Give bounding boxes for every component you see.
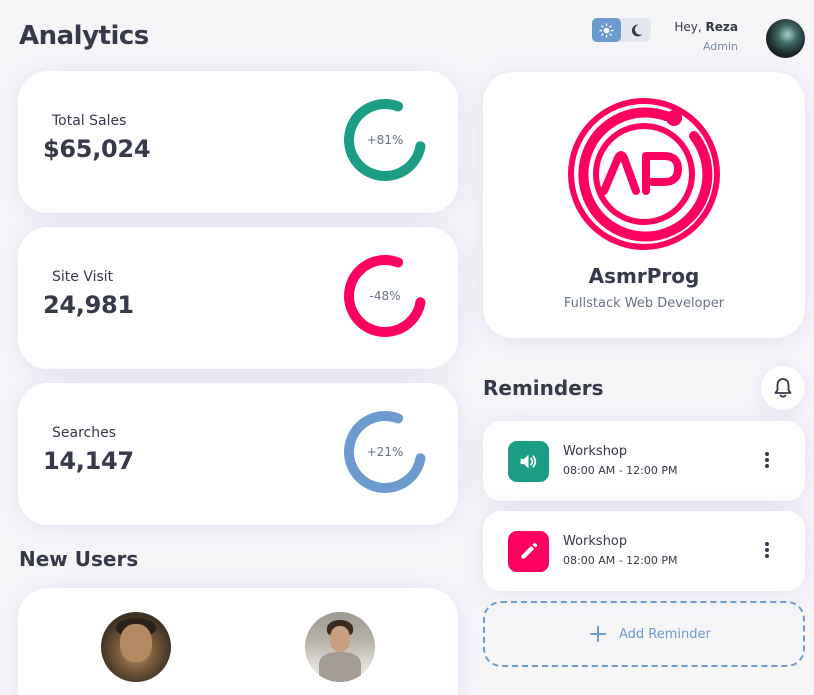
reminder-time: 08:00 AM - 12:00 PM	[563, 464, 678, 477]
stat-label: Site Visit	[52, 269, 114, 285]
reminder-time: 08:00 AM - 12:00 PM	[563, 554, 678, 567]
stat-label: Total Sales	[52, 113, 127, 129]
stat-percentage: +81%	[366, 133, 404, 147]
profile-name: AsmrProg	[588, 264, 700, 288]
reminders-heading: Reminders	[483, 376, 604, 400]
stat-value: 24,981	[43, 291, 134, 319]
stat-percentage: +21%	[366, 445, 404, 459]
stat-card-site-visit: Site Visit 24,981 -48%	[18, 227, 458, 369]
moon-icon	[631, 24, 643, 37]
volume-icon	[520, 454, 537, 469]
plus-icon	[590, 626, 606, 642]
user-role: Admin	[702, 40, 738, 53]
user-name: Reza	[705, 20, 738, 34]
theme-toggle[interactable]	[592, 18, 651, 42]
user-avatar[interactable]	[101, 612, 171, 682]
reminder-item[interactable]: Workshop 08:00 AM - 12:00 PM	[483, 421, 805, 501]
stat-value: 14,147	[43, 447, 134, 475]
profile-avatar[interactable]	[766, 19, 805, 58]
light-mode-button[interactable]	[592, 18, 621, 42]
edit-icon	[521, 542, 538, 559]
bell-icon	[774, 378, 792, 398]
reminder-icon-box	[508, 441, 549, 482]
stat-label: Searches	[52, 425, 117, 441]
stat-card-searches: Searches 14,147 +21%	[18, 383, 458, 525]
new-users-heading: New Users	[19, 547, 139, 571]
reminder-title: Workshop	[563, 534, 628, 549]
reminder-item[interactable]: Workshop 08:00 AM - 12:00 PM	[483, 511, 805, 591]
profile-card: AsmrProg Fullstack Web Developer	[483, 72, 805, 338]
profile-subtitle: Fullstack Web Developer	[563, 296, 725, 311]
brand-logo	[568, 98, 720, 250]
greeting-prefix: Hey,	[674, 20, 706, 34]
new-users-card	[18, 588, 458, 695]
user-avatar[interactable]	[305, 612, 375, 682]
more-options-icon[interactable]	[764, 542, 770, 560]
stat-percentage: -48%	[369, 289, 401, 303]
notifications-button[interactable]	[761, 366, 805, 410]
reminder-title: Workshop	[563, 444, 628, 459]
stat-card-total-sales: Total Sales $65,024 +81%	[18, 71, 458, 213]
dark-mode-button[interactable]	[622, 18, 651, 42]
stat-value: $65,024	[43, 135, 151, 163]
add-reminder-button[interactable]: Add Reminder	[483, 601, 805, 667]
sun-icon	[599, 23, 614, 38]
greeting: Hey, Reza	[674, 20, 738, 34]
page-title: Analytics	[19, 21, 149, 51]
add-reminder-label: Add Reminder	[619, 627, 711, 642]
reminder-icon-box	[508, 531, 549, 572]
more-options-icon[interactable]	[764, 452, 770, 470]
